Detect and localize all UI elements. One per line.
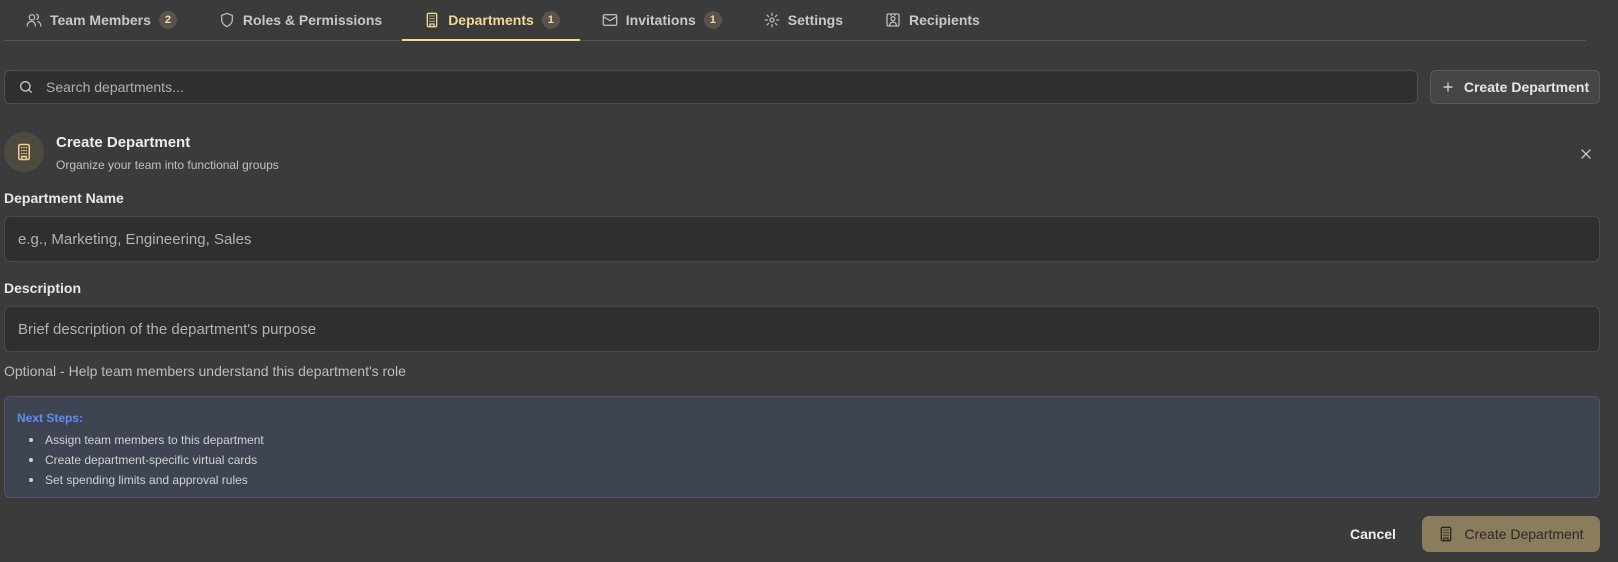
tab-label: Departments xyxy=(448,12,534,28)
tab-label: Recipients xyxy=(909,12,980,28)
next-steps-panel: Next Steps: Assign team members to this … xyxy=(4,396,1600,498)
gear-icon xyxy=(764,12,780,28)
plus-icon xyxy=(1441,80,1455,94)
description-input[interactable] xyxy=(18,320,1586,338)
description-helper-text: Optional - Help team members understand … xyxy=(4,363,406,379)
department-name-input[interactable] xyxy=(18,230,1586,248)
search-icon xyxy=(18,79,34,95)
tab-count-badge: 1 xyxy=(541,11,560,29)
next-steps-list: Assign team members to this department C… xyxy=(17,430,1587,490)
description-field[interactable] xyxy=(4,306,1600,352)
create-department-label: Create Department xyxy=(1463,79,1590,95)
building-icon xyxy=(1438,526,1454,542)
form-title: Create Department xyxy=(56,134,191,151)
cancel-button[interactable]: Cancel xyxy=(1340,522,1406,546)
tab-team-members[interactable]: Team Members 2 xyxy=(4,0,197,40)
tab-bar: Team Members 2 Roles & Permissions Depar… xyxy=(4,0,1586,41)
mail-icon xyxy=(602,12,618,28)
department-name-field[interactable] xyxy=(4,216,1600,262)
tab-recipients[interactable]: Recipients xyxy=(863,0,1000,40)
list-item: Assign team members to this department xyxy=(29,430,1587,450)
tab-invitations[interactable]: Invitations 1 xyxy=(580,0,742,40)
tab-label: Roles & Permissions xyxy=(242,12,383,28)
tab-label: Invitations xyxy=(625,12,696,28)
submit-create-department-button[interactable]: Create Department xyxy=(1422,516,1600,552)
search-input[interactable] xyxy=(46,79,1417,95)
description-label: Description xyxy=(4,280,82,296)
users-icon xyxy=(26,12,42,28)
list-item: Create department-specific virtual cards xyxy=(29,450,1587,470)
tab-count-badge: 1 xyxy=(703,11,722,29)
tab-settings[interactable]: Settings xyxy=(742,0,863,40)
department-name-label: Department Name xyxy=(4,190,124,206)
building-icon xyxy=(424,12,440,28)
form-subtitle: Organize your team into functional group… xyxy=(56,158,279,172)
tab-departments[interactable]: Departments 1 xyxy=(402,0,580,41)
close-form-button[interactable] xyxy=(1576,144,1596,164)
building-icon xyxy=(15,143,33,161)
tab-count-badge: 2 xyxy=(158,11,177,29)
tab-roles-permissions[interactable]: Roles & Permissions xyxy=(197,0,402,40)
department-avatar xyxy=(4,132,44,172)
shield-icon xyxy=(219,12,235,28)
contact-icon xyxy=(885,12,901,28)
next-steps-title: Next Steps: xyxy=(17,411,84,425)
search-field[interactable] xyxy=(4,70,1418,104)
submit-label: Create Department xyxy=(1464,526,1584,542)
tab-label: Team Members xyxy=(50,12,151,28)
create-department-button[interactable]: Create Department xyxy=(1430,70,1600,104)
tab-label: Settings xyxy=(787,12,844,28)
list-item: Set spending limits and approval rules xyxy=(29,470,1587,490)
close-icon xyxy=(1579,147,1593,161)
